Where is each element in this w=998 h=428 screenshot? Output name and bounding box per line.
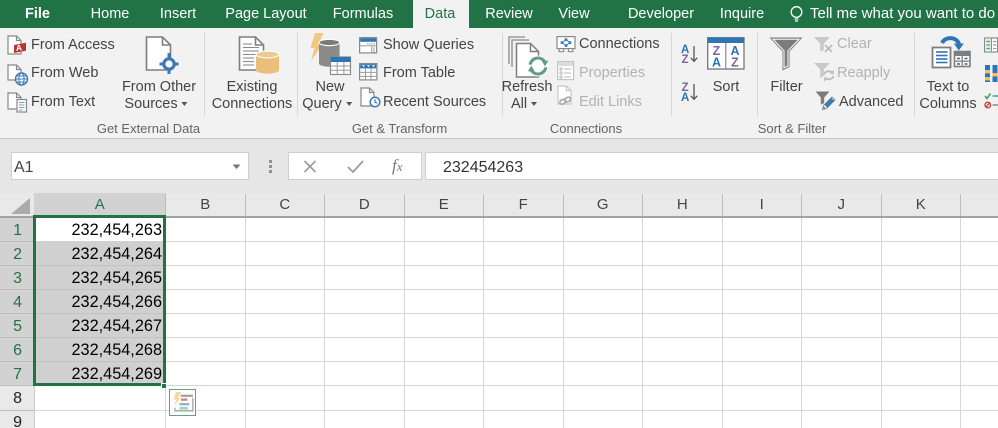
svg-text:A: A xyxy=(681,92,689,103)
svg-text:Z: Z xyxy=(731,56,739,70)
svg-text:A: A xyxy=(712,56,721,70)
svg-text:A: A xyxy=(15,42,22,52)
svg-text:Z: Z xyxy=(682,54,689,65)
